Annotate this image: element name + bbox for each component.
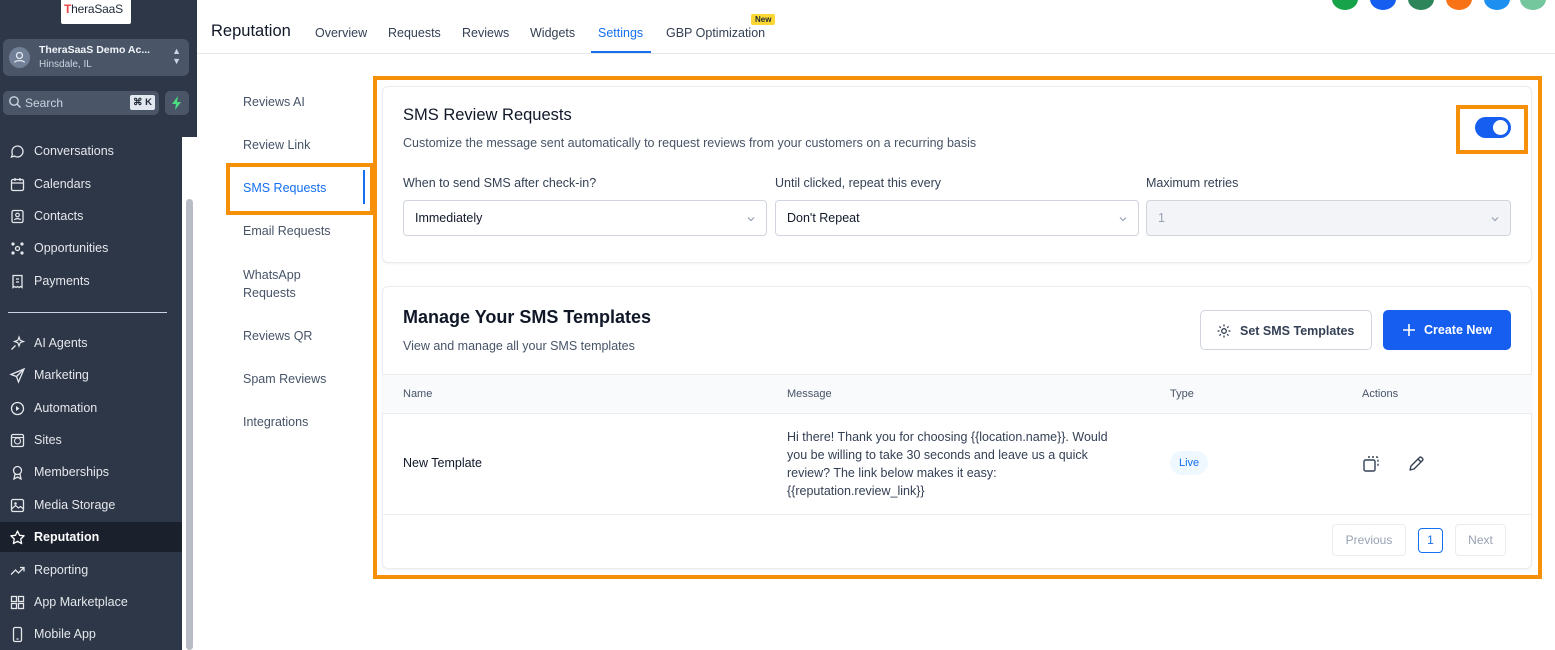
active-tab-indicator (591, 51, 651, 53)
lightning-icon (172, 96, 181, 110)
sidebar-search[interactable]: Search ⌘ K (3, 91, 159, 115)
sidebar-item-automation[interactable]: Automation (0, 393, 182, 423)
sidebar-item-label: Automation (34, 401, 98, 415)
tab-reviews[interactable]: Reviews (462, 26, 509, 40)
sidebar-item-label: Reputation (34, 530, 100, 544)
search-shortcut: ⌘ K (130, 95, 155, 110)
contacts-icon (11, 209, 24, 224)
top-header: Reputation Overview Requests Reviews Wid… (197, 0, 1555, 54)
sidebar-item-media-storage[interactable]: Media Storage (0, 490, 182, 520)
sidebar-item-label: AI Agents (34, 336, 88, 350)
sidebar-item-label: Conversations (34, 144, 114, 158)
sidebar-item-label: Marketing (34, 368, 89, 382)
scrollbar-thumb[interactable] (186, 199, 193, 650)
settings-nav-reviews-qr[interactable]: Reviews QR (243, 327, 312, 345)
sidebar-item-ai-agents[interactable]: AI Agents (0, 328, 182, 358)
sidebar-item-label: Memberships (34, 465, 110, 479)
tab-settings[interactable]: Settings (598, 26, 643, 40)
sidebar-item-marketing[interactable]: Marketing (0, 360, 182, 390)
left-sidebar: TheraSaaS TheraSaaS Demo Ac... Hinsdale,… (0, 0, 197, 650)
chevron-updown-icon: ▲ ▼ (172, 46, 181, 66)
sidebar-item-opportunities[interactable]: Opportunities (0, 233, 182, 263)
phone-icon (12, 626, 23, 643)
sidebar-item-label: App Marketplace (34, 595, 128, 609)
header-action-avatar[interactable] (1520, 0, 1546, 10)
chat-bubble-icon (10, 145, 24, 158)
settings-nav-integrations[interactable]: Integrations (243, 413, 308, 431)
settings-nav-spam-reviews[interactable]: Spam Reviews (243, 370, 326, 388)
payments-icon (12, 274, 23, 289)
highlight-sms-requests-nav (226, 163, 374, 215)
account-name: TheraSaaS Demo Ac... (39, 44, 151, 56)
header-action-avatar[interactable] (1446, 0, 1472, 10)
sparkle-icon (11, 335, 26, 350)
search-placeholder: Search (25, 96, 64, 110)
highlight-content-panel (373, 76, 1542, 579)
page-title: Reputation (211, 22, 291, 40)
sidebar-item-label: Payments (34, 274, 90, 288)
settings-nav-reviews-ai[interactable]: Reviews AI (243, 93, 305, 111)
sidebar-item-app-marketplace[interactable]: App Marketplace (0, 587, 182, 617)
settings-nav-whatsapp-requests[interactable]: WhatsApp Requests (243, 266, 333, 302)
sidebar-item-conversations[interactable]: Conversations (0, 136, 182, 166)
brand-logo[interactable]: TheraSaaS (61, 0, 131, 24)
sidebar-item-payments[interactable]: Payments (0, 266, 182, 296)
sidebar-item-sites[interactable]: Sites (0, 425, 182, 455)
award-icon (12, 465, 23, 481)
search-icon (9, 96, 21, 108)
sidebar-item-label: Mobile App (34, 627, 96, 641)
header-action-avatar[interactable] (1332, 0, 1358, 10)
calendar-icon (10, 178, 25, 192)
grid-icon (10, 595, 25, 610)
logo-text: heraSaaS (71, 2, 123, 16)
tab-gbp-optimization[interactable]: GBP Optimization (666, 26, 765, 40)
sidebar-item-label: Media Storage (34, 498, 116, 512)
account-switcher[interactable]: TheraSaaS Demo Ac... Hinsdale, IL ▲ ▼ (3, 39, 189, 76)
sidebar-divider (8, 312, 167, 313)
sidebar-item-memberships[interactable]: Memberships (0, 457, 182, 487)
header-action-avatar[interactable] (1484, 0, 1510, 10)
sidebar-item-label: Calendars (34, 177, 91, 191)
settings-nav-review-link[interactable]: Review Link (243, 136, 310, 154)
header-action-avatar[interactable] (1370, 0, 1396, 10)
quick-action-button[interactable] (165, 91, 189, 115)
globe-icon (10, 433, 25, 448)
sidebar-item-mobile-app[interactable]: Mobile App (0, 619, 182, 649)
sidebar-item-label: Opportunities (34, 241, 109, 255)
account-avatar-icon (9, 47, 30, 68)
image-icon (10, 498, 25, 513)
automation-icon (10, 401, 25, 416)
opportunities-icon (11, 242, 24, 255)
sidebar-item-reporting[interactable]: Reporting (0, 555, 182, 585)
star-icon (10, 530, 25, 545)
sidebar-item-calendars[interactable]: Calendars (0, 169, 182, 199)
sidebar-item-reputation[interactable]: Reputation (0, 522, 182, 552)
new-badge: New (751, 14, 776, 25)
sidebar-item-contacts[interactable]: Contacts (0, 201, 182, 231)
header-action-avatar[interactable] (1408, 0, 1434, 10)
sidebar-item-label: Contacts (34, 209, 84, 223)
sidebar-item-label: Sites (34, 433, 62, 447)
tab-requests[interactable]: Requests (388, 26, 441, 40)
send-icon (9, 367, 26, 384)
tab-overview[interactable]: Overview (315, 26, 367, 40)
account-location: Hinsdale, IL (39, 59, 92, 70)
tab-widgets[interactable]: Widgets (530, 26, 575, 40)
settings-nav-email-requests[interactable]: Email Requests (243, 222, 331, 240)
sidebar-scrollbar[interactable] (182, 137, 197, 650)
trend-icon (10, 566, 25, 575)
sidebar-item-label: Reporting (34, 563, 89, 577)
highlight-toggle (1456, 105, 1528, 154)
